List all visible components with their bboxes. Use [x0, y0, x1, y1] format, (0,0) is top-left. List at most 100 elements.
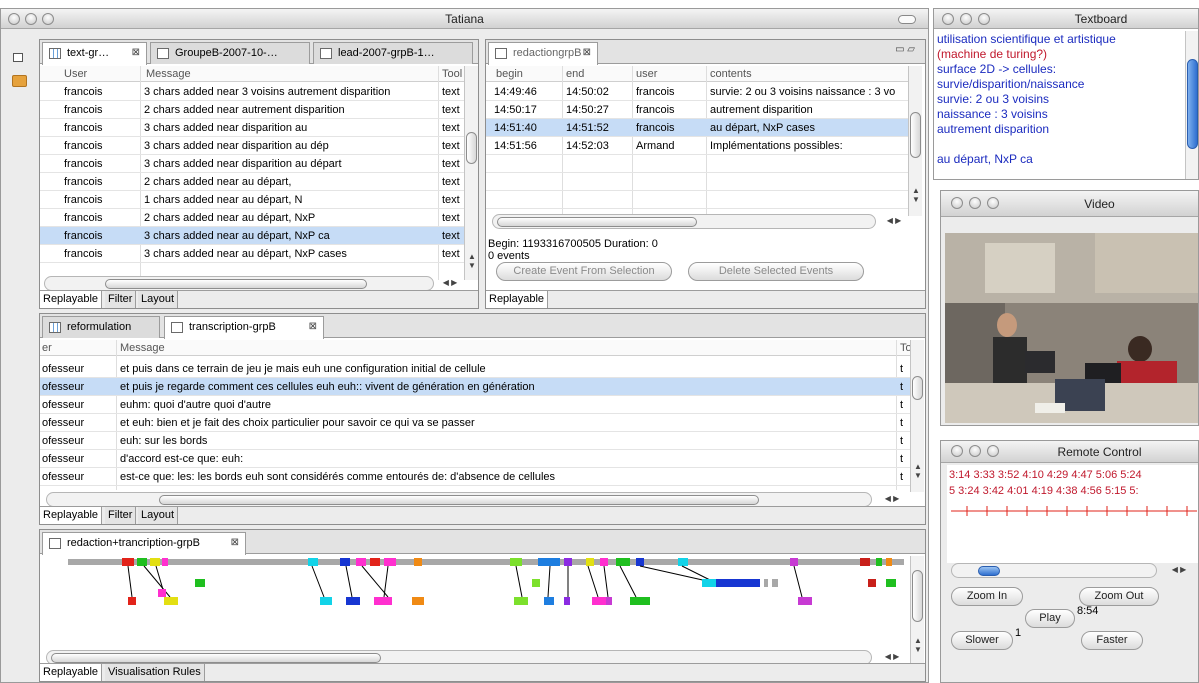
scroll-thumb[interactable] — [51, 653, 381, 663]
hscroll-arrows-icon[interactable]: ◀ ▶ — [882, 216, 906, 225]
scroll-thumb[interactable] — [466, 132, 477, 164]
tab-visualisation-rules[interactable]: Visualisation Rules — [105, 664, 205, 681]
top-left-hscroll[interactable] — [44, 276, 434, 291]
scroll-thumb[interactable] — [978, 566, 1000, 576]
column-user[interactable]: user — [636, 68, 657, 80]
maximize-icon[interactable]: ▭ ▱ — [895, 44, 915, 55]
table-row[interactable]: francois 3 chars added near au départ, Nx… — [40, 227, 464, 245]
tab-redaction-grpb[interactable]: redactiongrpB ⊠ — [488, 42, 598, 65]
table-row[interactable]: francois 3 chars added near disparition a… — [40, 155, 464, 173]
scroll-thumb[interactable] — [105, 279, 367, 289]
close-tab-icon[interactable]: ⊠ — [583, 47, 591, 58]
play-button[interactable]: Play — [1025, 609, 1075, 628]
scroll-thumb[interactable] — [912, 570, 923, 622]
tab-replayable[interactable]: Replayable — [40, 291, 103, 308]
table-row[interactable]: 14:51:56 14:52:03 Armand Implémentations po… — [486, 137, 908, 155]
tab-replayable[interactable]: Replayable — [40, 664, 103, 681]
table-row[interactable] — [486, 155, 908, 173]
table-row[interactable]: francois 2 chars added near au départ, tex… — [40, 173, 464, 191]
scroll-arrows-icon[interactable]: ▲ ▼ — [466, 252, 478, 270]
tab-replayable[interactable]: Replayable — [40, 507, 103, 524]
close-tab-icon[interactable]: ⊠ — [231, 537, 239, 548]
column-tool[interactable]: Tool — [442, 68, 462, 80]
folder-icon[interactable] — [12, 75, 27, 87]
close-tab-icon[interactable]: ⊠ — [309, 321, 317, 332]
table-row[interactable]: francois 3 chars added near 3 voisins aut… — [40, 83, 464, 101]
zoom-out-button[interactable]: Zoom Out — [1079, 587, 1159, 606]
cell-message: 1 chars added near au départ, N — [144, 194, 303, 206]
table-row[interactable] — [486, 191, 908, 209]
table-row[interactable] — [486, 173, 908, 191]
column-user[interactable]: er — [42, 342, 52, 354]
tab-transcription-grpb[interactable]: transcription-grpB ⊠ — [164, 316, 324, 339]
scroll-thumb[interactable] — [497, 217, 697, 227]
tab-layout[interactable]: Layout — [138, 291, 179, 308]
restore-view-icon[interactable] — [13, 53, 23, 62]
hscroll-arrows-icon[interactable]: ◀ ▶ — [880, 494, 904, 503]
middle-vscroll[interactable]: ▲ ▼ — [910, 340, 924, 492]
tab-redaction-transcription[interactable]: redaction+trancription-grpB ⊠ — [42, 532, 246, 555]
scroll-thumb[interactable] — [1187, 59, 1198, 149]
table-row[interactable]: francois 2 chars added near au départ, Nx… — [40, 209, 464, 227]
bottom-bottom-tabs: Replayable Visualisation Rules — [40, 663, 925, 681]
tab-layout[interactable]: Layout — [138, 507, 179, 524]
table-row[interactable]: 14:50:17 14:50:27 francois autrement dispar… — [486, 101, 908, 119]
column-end[interactable]: end — [566, 68, 584, 80]
table-row[interactable]: ofesseur et puis dans ce terrain de jeu j… — [40, 360, 910, 378]
visualisation-canvas[interactable] — [40, 555, 906, 649]
cell-message: et euh: bien et je fait des choix partic… — [120, 417, 475, 429]
tab-groupe-b[interactable]: GroupeB-2007-10-… — [150, 42, 310, 64]
timeline-area[interactable]: 3:14 3:33 3:52 4:10 4:29 4:47 5:06 5:24 … — [947, 465, 1198, 563]
scroll-arrows-icon[interactable]: ▲ ▼ — [912, 462, 924, 480]
textboard-vscroll[interactable] — [1185, 31, 1198, 179]
zoom-in-button[interactable]: Zoom In — [951, 587, 1023, 606]
table-row[interactable]: francois 3 chars added near disparition a… — [40, 119, 464, 137]
scroll-thumb[interactable] — [912, 376, 923, 400]
table-row[interactable]: francois 1 chars added near au départ, N t… — [40, 191, 464, 209]
cell-tool: t — [900, 381, 904, 393]
table-row[interactable]: ofesseur euh: sur les bords t — [40, 432, 910, 450]
textboard-text[interactable]: utilisation scientifique et artistique (m… — [937, 32, 1185, 167]
bottom-vscroll[interactable]: ▲ ▼ — [910, 556, 924, 664]
column-begin[interactable]: begin — [496, 68, 523, 80]
scroll-arrows-icon[interactable]: ▲ ▼ — [910, 186, 922, 204]
tab-filter[interactable]: Filter — [105, 291, 137, 308]
hscroll-arrows-icon[interactable]: ◀ ▶ — [880, 652, 904, 661]
faster-button[interactable]: Faster — [1081, 631, 1143, 650]
column-contents[interactable]: contents — [710, 68, 752, 80]
column-user[interactable]: User — [64, 68, 87, 80]
tab-replayable[interactable]: Replayable — [486, 291, 549, 308]
video-frame[interactable] — [945, 233, 1198, 423]
hscroll-arrows-icon[interactable]: ◀ ▶ — [1167, 565, 1191, 574]
scroll-thumb[interactable] — [159, 495, 759, 505]
scroll-thumb[interactable] — [910, 112, 921, 158]
table-row[interactable]: francois 2 chars added near autrement dis… — [40, 101, 464, 119]
toolbar-toggle-icon[interactable] — [898, 15, 916, 24]
tab-filter[interactable]: Filter — [105, 507, 137, 524]
close-tab-icon[interactable]: ⊠ — [132, 47, 140, 58]
top-right-vscroll[interactable]: ▲ ▼ — [908, 66, 922, 216]
table-row[interactable]: ofesseur et euh: bien et je fait des choi… — [40, 414, 910, 432]
delete-events-button[interactable]: Delete Selected Events — [688, 262, 864, 281]
column-message[interactable]: Message — [120, 342, 165, 354]
tab-text-group[interactable]: text-gr… ⊠ — [42, 42, 147, 65]
create-event-button[interactable]: Create Event From Selection — [496, 262, 672, 281]
table-row[interactable]: francois 3 chars added near disparition a… — [40, 137, 464, 155]
slower-button[interactable]: Slower — [951, 631, 1013, 650]
top-left-vscroll[interactable]: ▲ ▼ — [464, 66, 478, 280]
hscroll-arrows-icon[interactable]: ◀ ▶ — [438, 278, 462, 287]
table-row[interactable]: ofesseur et puis je regarde comment ces c… — [40, 378, 910, 396]
column-message[interactable]: Message — [146, 68, 191, 80]
scroll-arrows-icon[interactable]: ▲ ▼ — [912, 636, 924, 654]
tab-lead[interactable]: lead-2007-grpB-1… — [313, 42, 473, 64]
top-right-hscroll[interactable] — [492, 214, 876, 229]
table-row[interactable]: 14:51:40 14:51:52 francois au départ, NxP c… — [486, 119, 908, 137]
table-row[interactable]: ofesseur d'accord est-ce que: euh: t — [40, 450, 910, 468]
table-row[interactable]: ofesseur euhm: quoi d'autre quoi d'autre t — [40, 396, 910, 414]
table-row[interactable]: francois 3 chars added near au départ, Nx… — [40, 245, 464, 263]
table-row[interactable]: 14:49:46 14:50:02 francois survie: 2 ou 3 v… — [486, 83, 908, 101]
middle-hscroll[interactable] — [46, 492, 872, 507]
tab-reformulation[interactable]: reformulation — [42, 316, 160, 338]
remote-hscroll[interactable] — [951, 563, 1157, 578]
table-row[interactable]: ofesseur est-ce que: les: les bords euh s… — [40, 468, 910, 486]
